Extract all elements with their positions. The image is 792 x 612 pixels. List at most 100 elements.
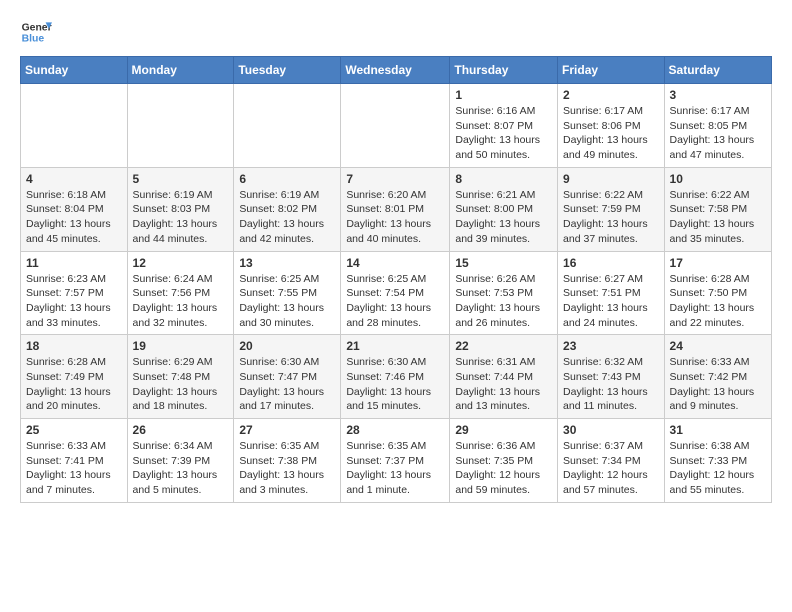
calendar-cell: 25Sunrise: 6:33 AM Sunset: 7:41 PM Dayli… [21, 419, 128, 503]
day-number: 8 [455, 172, 552, 186]
day-info: Sunrise: 6:24 AM Sunset: 7:56 PM Dayligh… [133, 272, 229, 331]
calendar-cell: 12 Sunrise: 6:24 AM Sunset: 7:56 PM Dayli… [127, 251, 234, 335]
day-number: 22 [455, 339, 552, 353]
day-info: Sunrise: 6:28 AM Sunset: 7:49 PM Dayligh… [26, 355, 122, 414]
day-number: 27 [239, 423, 335, 437]
day-number: 11 [26, 256, 122, 270]
day-number: 15 [455, 256, 552, 270]
day-number: 25 [26, 423, 122, 437]
day-number: 3 [670, 88, 766, 102]
day-info: Sunrise: 6:27 AM Sunset: 7:51 PM Dayligh… [563, 272, 659, 331]
calendar-cell: 18 Sunrise: 6:28 AM Sunset: 7:49 PM Dayli… [21, 335, 128, 419]
day-number: 28 [346, 423, 444, 437]
day-number: 9 [563, 172, 659, 186]
day-number: 16 [563, 256, 659, 270]
day-number: 4 [26, 172, 122, 186]
day-number: 23 [563, 339, 659, 353]
day-info: Sunrise: 6:30 AM Sunset: 7:47 PM Dayligh… [239, 355, 335, 414]
calendar-cell: 1 Sunrise: 6:16 AM Sunset: 8:07 PM Daylig… [450, 84, 558, 168]
calendar-cell: 15 Sunrise: 6:26 AM Sunset: 7:53 PM Dayli… [450, 251, 558, 335]
day-info: Sunrise: 6:22 AM Sunset: 7:58 PM Dayligh… [670, 188, 766, 247]
calendar-cell: 28 Sunrise: 6:35 AM Sunset: 7:37 PM Dayli… [341, 419, 450, 503]
calendar-cell: 16 Sunrise: 6:27 AM Sunset: 7:51 PM Dayli… [558, 251, 665, 335]
header: General Blue [20, 16, 772, 48]
calendar-cell: 21Sunrise: 6:30 AM Sunset: 7:46 PM Dayli… [341, 335, 450, 419]
calendar-cell: 2 Sunrise: 6:17 AM Sunset: 8:06 PM Daylig… [558, 84, 665, 168]
day-number: 30 [563, 423, 659, 437]
day-info: Sunrise: 6:17 AM Sunset: 8:06 PM Dayligh… [563, 104, 659, 163]
calendar-cell: 9 Sunrise: 6:22 AM Sunset: 7:59 PM Daylig… [558, 167, 665, 251]
day-number: 2 [563, 88, 659, 102]
calendar-cell: 13Sunrise: 6:25 AM Sunset: 7:55 PM Dayli… [234, 251, 341, 335]
calendar-cell [234, 84, 341, 168]
day-info: Sunrise: 6:37 AM Sunset: 7:34 PM Dayligh… [563, 439, 659, 498]
week-row-5: 25Sunrise: 6:33 AM Sunset: 7:41 PM Dayli… [21, 419, 772, 503]
logo: General Blue [20, 16, 52, 48]
day-number: 17 [670, 256, 766, 270]
weekday-header-friday: Friday [558, 57, 665, 84]
day-number: 19 [133, 339, 229, 353]
day-info: Sunrise: 6:28 AM Sunset: 7:50 PM Dayligh… [670, 272, 766, 331]
calendar-cell: 29 Sunrise: 6:36 AM Sunset: 7:35 PM Dayli… [450, 419, 558, 503]
calendar-cell: 27 Sunrise: 6:35 AM Sunset: 7:38 PM Dayli… [234, 419, 341, 503]
calendar-cell: 6Sunrise: 6:19 AM Sunset: 8:02 PM Daylig… [234, 167, 341, 251]
calendar-cell [21, 84, 128, 168]
calendar-cell [127, 84, 234, 168]
calendar-cell: 10 Sunrise: 6:22 AM Sunset: 7:58 PM Dayli… [664, 167, 771, 251]
logo-icon: General Blue [20, 16, 52, 48]
calendar-cell: 30 Sunrise: 6:37 AM Sunset: 7:34 PM Dayli… [558, 419, 665, 503]
day-info: Sunrise: 6:17 AM Sunset: 8:05 PM Dayligh… [670, 104, 766, 163]
day-info: Sunrise: 6:35 AM Sunset: 7:37 PM Dayligh… [346, 439, 444, 498]
day-info: Sunrise: 6:25 AM Sunset: 7:55 PM Dayligh… [239, 272, 335, 331]
day-number: 18 [26, 339, 122, 353]
day-number: 7 [346, 172, 444, 186]
week-row-1: 1 Sunrise: 6:16 AM Sunset: 8:07 PM Daylig… [21, 84, 772, 168]
week-row-2: 4 Sunrise: 6:18 AM Sunset: 8:04 PM Daylig… [21, 167, 772, 251]
day-info: Sunrise: 6:18 AM Sunset: 8:04 PM Dayligh… [26, 188, 122, 247]
day-info: Sunrise: 6:25 AM Sunset: 7:54 PM Dayligh… [346, 272, 444, 331]
day-info: Sunrise: 6:31 AM Sunset: 7:44 PM Dayligh… [455, 355, 552, 414]
day-number: 26 [133, 423, 229, 437]
day-info: Sunrise: 6:26 AM Sunset: 7:53 PM Dayligh… [455, 272, 552, 331]
day-info: Sunrise: 6:20 AM Sunset: 8:01 PM Dayligh… [346, 188, 444, 247]
day-number: 31 [670, 423, 766, 437]
calendar-cell: 14 Sunrise: 6:25 AM Sunset: 7:54 PM Dayli… [341, 251, 450, 335]
day-number: 20 [239, 339, 335, 353]
day-info: Sunrise: 6:36 AM Sunset: 7:35 PM Dayligh… [455, 439, 552, 498]
svg-text:Blue: Blue [22, 34, 45, 45]
calendar-table: SundayMondayTuesdayWednesdayThursdayFrid… [20, 56, 772, 503]
day-number: 14 [346, 256, 444, 270]
day-info: Sunrise: 6:19 AM Sunset: 8:03 PM Dayligh… [133, 188, 229, 247]
day-number: 29 [455, 423, 552, 437]
day-info: Sunrise: 6:23 AM Sunset: 7:57 PM Dayligh… [26, 272, 122, 331]
calendar-cell: 31 Sunrise: 6:38 AM Sunset: 7:33 PM Dayli… [664, 419, 771, 503]
day-number: 10 [670, 172, 766, 186]
day-info: Sunrise: 6:16 AM Sunset: 8:07 PM Dayligh… [455, 104, 552, 163]
week-row-4: 18 Sunrise: 6:28 AM Sunset: 7:49 PM Dayli… [21, 335, 772, 419]
calendar-cell: 20 Sunrise: 6:30 AM Sunset: 7:47 PM Dayli… [234, 335, 341, 419]
weekday-header-saturday: Saturday [664, 57, 771, 84]
day-info: Sunrise: 6:35 AM Sunset: 7:38 PM Dayligh… [239, 439, 335, 498]
weekday-header-monday: Monday [127, 57, 234, 84]
calendar-cell: 3 Sunrise: 6:17 AM Sunset: 8:05 PM Daylig… [664, 84, 771, 168]
week-row-3: 11 Sunrise: 6:23 AM Sunset: 7:57 PM Dayli… [21, 251, 772, 335]
day-number: 1 [455, 88, 552, 102]
calendar-cell: 19 Sunrise: 6:29 AM Sunset: 7:48 PM Dayli… [127, 335, 234, 419]
calendar-cell: 17 Sunrise: 6:28 AM Sunset: 7:50 PM Dayli… [664, 251, 771, 335]
day-info: Sunrise: 6:22 AM Sunset: 7:59 PM Dayligh… [563, 188, 659, 247]
calendar-cell: 7 Sunrise: 6:20 AM Sunset: 8:01 PM Daylig… [341, 167, 450, 251]
day-number: 12 [133, 256, 229, 270]
day-info: Sunrise: 6:21 AM Sunset: 8:00 PM Dayligh… [455, 188, 552, 247]
day-number: 5 [133, 172, 229, 186]
calendar-cell [341, 84, 450, 168]
day-info: Sunrise: 6:38 AM Sunset: 7:33 PM Dayligh… [670, 439, 766, 498]
day-info: Sunrise: 6:32 AM Sunset: 7:43 PM Dayligh… [563, 355, 659, 414]
calendar-cell: 26 Sunrise: 6:34 AM Sunset: 7:39 PM Dayli… [127, 419, 234, 503]
weekday-header-tuesday: Tuesday [234, 57, 341, 84]
weekday-header-wednesday: Wednesday [341, 57, 450, 84]
weekday-header-thursday: Thursday [450, 57, 558, 84]
day-info: Sunrise: 6:29 AM Sunset: 7:48 PM Dayligh… [133, 355, 229, 414]
day-info: Sunrise: 6:34 AM Sunset: 7:39 PM Dayligh… [133, 439, 229, 498]
day-info: Sunrise: 6:30 AM Sunset: 7:46 PM Dayligh… [346, 355, 444, 414]
calendar-cell: 4 Sunrise: 6:18 AM Sunset: 8:04 PM Daylig… [21, 167, 128, 251]
